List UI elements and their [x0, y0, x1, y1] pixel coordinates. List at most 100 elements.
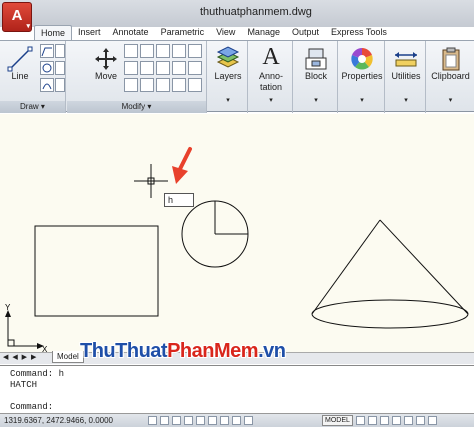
move-button[interactable]: Move — [87, 44, 125, 98]
command-prompt[interactable]: Command: — [10, 402, 53, 413]
utilities-label: Utilities — [391, 71, 421, 81]
move-icon — [95, 48, 117, 70]
draw-panel-title[interactable]: Draw ▾ — [0, 101, 65, 113]
text-icon: A — [262, 44, 280, 70]
pan-icon[interactable] — [368, 416, 377, 425]
properties-label: Properties — [341, 71, 383, 81]
ribbon-tabs: Home Insert Annotate Parametric View Man… — [34, 25, 393, 41]
watermark-logo: ThuThuatPhanMem.vn — [80, 340, 286, 363]
tab-parametric[interactable]: Parametric — [155, 25, 211, 41]
cone-shape[interactable] — [311, 219, 469, 329]
explode-icon[interactable] — [172, 61, 186, 75]
color-wheel-icon — [351, 48, 373, 70]
status-tray — [356, 416, 437, 425]
dropdown-icon: ▾ — [404, 97, 408, 104]
polyline-icon[interactable] — [40, 44, 54, 58]
drafting-toggles — [148, 416, 253, 425]
scale-icon[interactable] — [140, 78, 154, 92]
ducs-icon[interactable] — [220, 416, 229, 425]
window-title: thuthuatphanmem.dwg — [200, 6, 312, 18]
block-button[interactable]: Block ▾ — [294, 44, 338, 104]
move-label: Move — [94, 71, 117, 81]
array-icon[interactable] — [156, 61, 170, 75]
mirror-icon[interactable] — [140, 61, 154, 75]
clipboard-panel: Clipboard ▾ — [427, 41, 474, 113]
dropdown-icon: ▾ — [314, 97, 318, 104]
otrack-icon[interactable] — [208, 416, 217, 425]
modify-panel-title[interactable]: Modify ▾ — [67, 101, 206, 113]
ortho-icon[interactable] — [172, 416, 181, 425]
tab-home[interactable]: Home — [34, 25, 73, 41]
rectangle-icon[interactable] — [55, 44, 65, 58]
quick-view-icon[interactable] — [356, 416, 365, 425]
grid-icon[interactable] — [160, 416, 169, 425]
line-button[interactable]: Line — [0, 44, 40, 98]
modify-panel: Move Modify ▾ — [67, 41, 207, 113]
annotation-label-1: Anno- — [258, 71, 284, 81]
polar-icon[interactable] — [184, 416, 193, 425]
title-bar: thuthuatphanmem.dwg — [0, 0, 474, 27]
coordinate-readout: 1319.6367, 2472.9466, 0.0000 — [4, 416, 113, 425]
annotation-button[interactable]: A Anno-tation ▾ — [249, 44, 293, 104]
trim-icon[interactable] — [140, 44, 154, 58]
tab-insert[interactable]: Insert — [72, 25, 107, 41]
arc-icon[interactable] — [40, 78, 54, 92]
layout-nav-arrows[interactable]: ◀ ◀ ▶ ▶ — [3, 352, 37, 363]
stretch-icon[interactable] — [124, 78, 138, 92]
annotation-panel: A Anno-tation ▾ — [249, 41, 293, 113]
command-history-line: Command: h — [10, 369, 65, 379]
dropdown-icon: ▾ — [226, 97, 230, 104]
clean-screen-icon[interactable] — [428, 416, 437, 425]
dropdown-icon: ▾ — [269, 97, 273, 104]
extend-icon[interactable] — [188, 44, 202, 58]
lineweight-icon[interactable] — [244, 416, 253, 425]
annotation-label-2: tation — [259, 82, 283, 92]
draw-panel: Line Draw ▾ — [0, 41, 66, 113]
properties-button[interactable]: Properties ▾ — [339, 44, 385, 104]
line-label: Line — [11, 71, 29, 81]
dynamic-input-field[interactable]: h — [164, 193, 194, 207]
clipboard-button[interactable]: Clipboard ▾ — [427, 44, 474, 104]
tab-annotate[interactable]: Annotate — [107, 25, 155, 41]
break-icon[interactable] — [188, 61, 202, 75]
osnap-icon[interactable] — [196, 416, 205, 425]
command-window[interactable]: Command: h HATCH Command: — [0, 365, 474, 413]
block-label: Block — [304, 71, 327, 81]
dyn-icon[interactable] — [232, 416, 241, 425]
snap-icon[interactable] — [148, 416, 157, 425]
copy-icon[interactable] — [124, 61, 138, 75]
chamfer-icon[interactable] — [188, 78, 202, 92]
circle-shape[interactable] — [181, 200, 249, 268]
watermark-part2: PhanMem — [167, 340, 259, 362]
workspace-icon[interactable] — [404, 416, 413, 425]
layers-panel: Layers ▾ — [208, 41, 248, 113]
rotate-icon[interactable] — [124, 44, 138, 58]
erase-icon[interactable] — [172, 44, 186, 58]
layers-label: Layers — [214, 71, 242, 81]
dropdown-icon: ▾ — [26, 23, 30, 30]
application-menu-button[interactable]: A ▾ — [2, 2, 32, 32]
annotation-scale-icon[interactable] — [392, 416, 401, 425]
clipboard-label: Clipboard — [431, 71, 470, 81]
tab-express-tools[interactable]: Express Tools — [325, 25, 393, 41]
lock-icon[interactable] — [416, 416, 425, 425]
fillet-icon[interactable] — [156, 44, 170, 58]
draw-more-icon[interactable] — [55, 78, 65, 92]
layers-button[interactable]: Layers ▾ — [208, 44, 248, 104]
model-space-button[interactable]: MODEL — [322, 415, 353, 426]
rectangle-shape[interactable] — [34, 225, 159, 317]
status-bar: 1319.6367, 2472.9466, 0.0000 MODEL — [0, 413, 474, 427]
tab-view[interactable]: View — [210, 25, 241, 41]
circle-icon[interactable] — [40, 61, 54, 75]
offset-icon[interactable] — [156, 78, 170, 92]
tab-manage[interactable]: Manage — [241, 25, 286, 41]
hatch-icon[interactable] — [55, 61, 65, 75]
drawing-canvas[interactable]: Y X h — [0, 114, 474, 354]
join-icon[interactable] — [172, 78, 186, 92]
utilities-button[interactable]: Utilities ▾ — [386, 44, 426, 104]
zoom-icon[interactable] — [380, 416, 389, 425]
utilities-panel: Utilities ▾ — [386, 41, 426, 113]
block-icon — [305, 48, 327, 70]
tab-output[interactable]: Output — [286, 25, 325, 41]
crosshair-cursor — [134, 164, 168, 198]
